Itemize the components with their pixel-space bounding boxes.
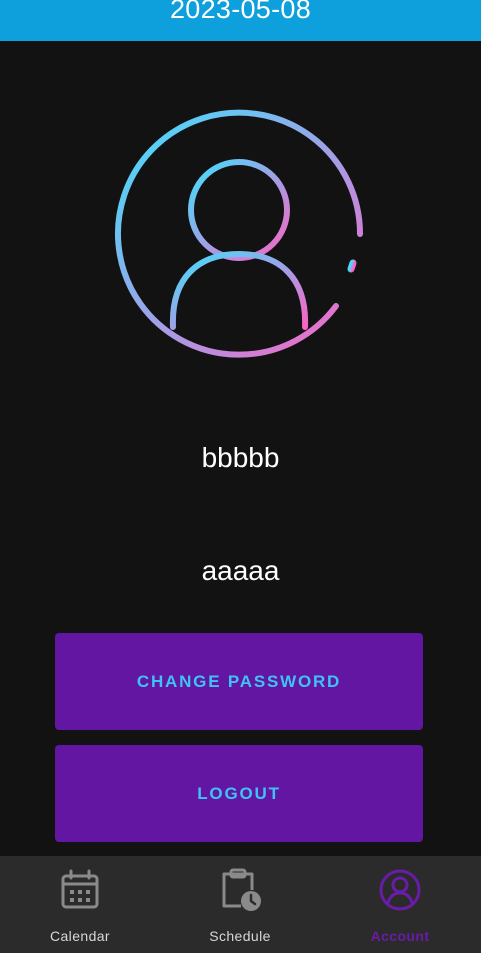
calendar-icon xyxy=(61,869,99,909)
date-title: 2023-05-08 xyxy=(169,0,312,24)
nav-item-account[interactable]: Account xyxy=(320,856,480,953)
profile-avatar xyxy=(113,108,365,360)
change-password-button[interactable]: CHANGE PASSWORD xyxy=(55,633,423,730)
account-circle-icon xyxy=(379,869,421,911)
profile-name: bbbbb xyxy=(201,442,280,473)
schedule-clipboard-icon xyxy=(222,868,261,911)
user-circle-gradient-icon xyxy=(115,109,363,358)
nav-label-account: Account xyxy=(370,928,430,944)
nav-item-calendar[interactable]: Calendar xyxy=(0,856,160,953)
nav-item-schedule[interactable]: Schedule xyxy=(160,856,320,953)
profile-secondary-text: aaaaa xyxy=(201,555,280,586)
nav-label-calendar: Calendar xyxy=(49,928,110,944)
bottom-navigation: Calendar Schedule Account xyxy=(0,856,481,953)
logout-button[interactable]: LOGOUT xyxy=(55,745,423,842)
nav-label-schedule: Schedule xyxy=(209,928,271,944)
top-app-bar: 2023-05-08 xyxy=(0,0,481,41)
